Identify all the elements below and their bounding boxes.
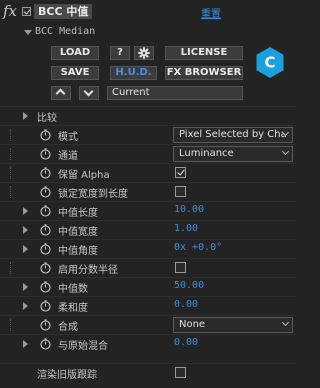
stopwatch-icon[interactable] xyxy=(40,186,51,198)
twirl-closed-icon[interactable] xyxy=(23,226,28,234)
chevron-down-icon xyxy=(281,318,290,327)
param-softness: 柔和度 0.00 xyxy=(0,296,297,314)
stopwatch-icon[interactable] xyxy=(40,129,51,141)
twirl-closed-icon[interactable] xyxy=(23,245,28,253)
param-median-width: 中值宽度 1.00 xyxy=(0,220,297,238)
plugin-name: BCC Median xyxy=(35,26,96,37)
effect-name[interactable]: BCC 中值 xyxy=(34,4,93,19)
load-button[interactable]: LOAD xyxy=(51,46,99,60)
twirl-closed-icon[interactable] xyxy=(23,340,28,348)
param-lock-width: 锁定宽度到长度 xyxy=(0,182,297,200)
param-composite: 合成 None xyxy=(0,315,297,333)
twirl-closed-icon[interactable] xyxy=(23,207,28,215)
preset-next-button[interactable] xyxy=(79,86,99,100)
param-keep-alpha: 保留 Alpha xyxy=(0,163,297,181)
param-label: 模式 xyxy=(58,132,78,143)
param-channel: 通道 Luminance xyxy=(0,144,297,162)
param-compare: 比较 xyxy=(0,106,297,124)
param-label: 与原始混合 xyxy=(58,341,108,352)
param-label: 中值数 xyxy=(58,284,88,295)
stopwatch-icon[interactable] xyxy=(40,167,51,179)
stopwatch-icon[interactable] xyxy=(40,281,51,293)
logo-letter: C xyxy=(264,54,275,72)
settings-button[interactable] xyxy=(134,46,154,60)
stopwatch-icon[interactable] xyxy=(40,224,51,236)
gear-icon xyxy=(138,47,150,59)
channel-dropdown[interactable]: Luminance xyxy=(173,146,293,162)
plugin-twirl-open-icon[interactable] xyxy=(24,30,32,35)
stopwatch-icon[interactable] xyxy=(40,300,51,312)
license-button[interactable]: LICENSE xyxy=(165,46,243,60)
fx-browser-button[interactable]: FX BROWSER xyxy=(165,66,243,80)
preset-prev-button[interactable] xyxy=(51,86,71,100)
help-button[interactable]: ? xyxy=(110,46,130,60)
legacy-render-checkbox[interactable] xyxy=(175,367,186,378)
composite-dropdown[interactable]: None xyxy=(173,317,293,333)
param-median-count: 中值数 50.00 xyxy=(0,277,297,295)
param-label: 合成 xyxy=(58,322,78,333)
save-button[interactable]: SAVE xyxy=(51,66,99,80)
param-label: 通道 xyxy=(58,151,78,162)
stopwatch-icon[interactable] xyxy=(40,243,51,255)
param-legacy-render: 渲染旧版跟踪 xyxy=(0,363,297,381)
median-angle-value[interactable]: 0x +0.0° xyxy=(174,242,222,253)
stopwatch-icon[interactable] xyxy=(40,338,51,350)
param-fractional-radius: 启用分数半径 xyxy=(0,258,297,276)
median-length-value[interactable]: 10.00 xyxy=(174,204,204,215)
param-label: 中值角度 xyxy=(58,246,98,257)
param-label: 锁定宽度到长度 xyxy=(58,189,128,200)
softness-value[interactable]: 0.00 xyxy=(174,299,198,310)
param-median-angle: 中值角度 0x +0.0° xyxy=(0,239,297,257)
effect-enable-checkbox[interactable] xyxy=(22,7,31,16)
stopwatch-icon[interactable] xyxy=(40,148,51,160)
median-count-value[interactable]: 50.00 xyxy=(174,280,204,291)
param-median-length: 中值长度 10.00 xyxy=(0,201,297,219)
median-width-value[interactable]: 1.00 xyxy=(174,223,198,234)
chevron-down-icon xyxy=(281,147,290,156)
fractional-radius-checkbox[interactable] xyxy=(175,262,186,273)
twirl-closed-icon[interactable] xyxy=(23,112,28,120)
hud-button[interactable]: H.U.D. xyxy=(110,66,157,80)
param-mode: 模式 Pixel Selected by Cha xyxy=(0,125,297,143)
param-label: 柔和度 xyxy=(58,303,88,314)
mix-with-original-value[interactable]: 0.00 xyxy=(174,337,198,348)
stopwatch-icon[interactable] xyxy=(40,262,51,274)
stopwatch-icon[interactable] xyxy=(40,319,51,331)
param-label: 保留 Alpha xyxy=(58,170,110,181)
keep-alpha-checkbox[interactable] xyxy=(175,167,186,178)
preset-name-field[interactable]: Current xyxy=(107,86,243,100)
param-label: 中值长度 xyxy=(58,208,98,219)
param-label: 比较 xyxy=(37,113,57,124)
twirl-closed-icon[interactable] xyxy=(23,302,28,310)
fx-icon[interactable]: fx xyxy=(3,2,17,20)
mode-dropdown[interactable]: Pixel Selected by Cha xyxy=(173,127,293,143)
param-label: 中值宽度 xyxy=(58,227,98,238)
continuum-logo-icon: C xyxy=(256,47,284,78)
twirl-closed-icon[interactable] xyxy=(23,283,28,291)
stopwatch-icon[interactable] xyxy=(40,205,51,217)
effect-header: fx BCC 中值 重置 xyxy=(0,0,297,24)
param-label: 渲染旧版跟踪 xyxy=(37,370,97,381)
reset-link[interactable]: 重置 xyxy=(201,5,221,20)
plugin-group: BCC Median xyxy=(0,25,297,40)
param-mix-with-original: 与原始混合 0.00 xyxy=(0,334,297,352)
lock-width-checkbox[interactable] xyxy=(175,186,186,197)
param-label: 启用分数半径 xyxy=(58,265,118,276)
